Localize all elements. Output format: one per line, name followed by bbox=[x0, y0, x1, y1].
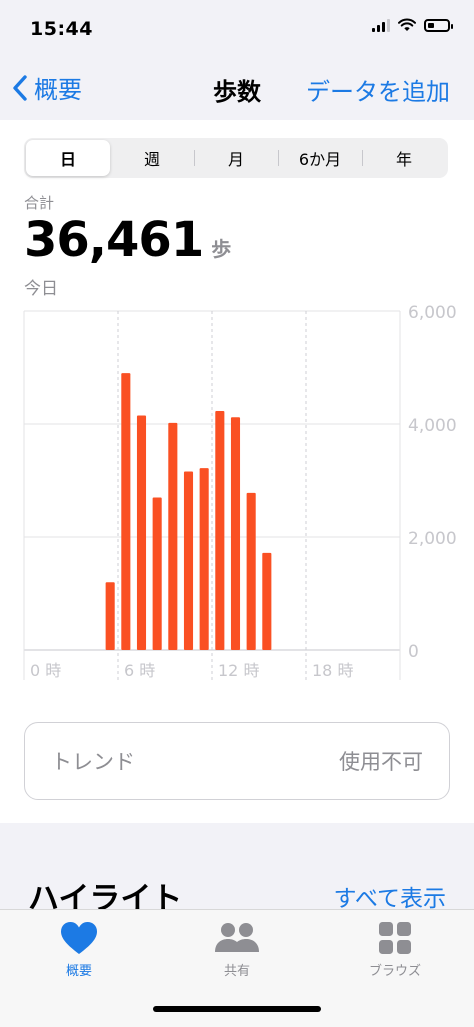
step-bar bbox=[183, 471, 194, 650]
steps-bar-chart[interactable]: 0 2,000 4,000 6,000 0 時 6 時 12 時 18 時 bbox=[0, 300, 474, 685]
status-bar: 15:44 bbox=[0, 0, 474, 58]
step-bar bbox=[105, 582, 115, 650]
total-label: 合計 bbox=[24, 194, 55, 212]
total-steps-value: 36,461 bbox=[24, 212, 204, 268]
people-icon bbox=[215, 923, 259, 952]
heart-icon bbox=[61, 922, 97, 954]
step-bar bbox=[246, 492, 256, 650]
trend-status: 使用不可 bbox=[339, 750, 423, 774]
add-data-button[interactable]: データを追加 bbox=[306, 72, 450, 107]
wifi-icon bbox=[398, 18, 416, 31]
trend-row[interactable]: トレンド 使用不可 bbox=[24, 722, 450, 800]
period-segmented-control: 日 週 月 6か月 年 bbox=[24, 138, 448, 178]
step-bar bbox=[168, 422, 178, 650]
segment-day[interactable]: 日 bbox=[26, 140, 110, 176]
tab-browse[interactable]: ブラウズ bbox=[335, 920, 455, 979]
segment-month[interactable]: 月 bbox=[194, 140, 278, 176]
tab-summary[interactable]: 概要 bbox=[19, 920, 139, 979]
x-tick-label: 18 時 bbox=[312, 661, 353, 680]
step-bar bbox=[121, 373, 131, 650]
step-bar bbox=[215, 411, 225, 650]
tab-browse-label: ブラウズ bbox=[368, 964, 421, 979]
segment-week[interactable]: 週 bbox=[110, 140, 194, 176]
chevron-left-icon bbox=[13, 74, 27, 101]
tab-sharing-label: 共有 bbox=[223, 964, 250, 979]
step-bar bbox=[230, 417, 241, 650]
navigation-bar: 概要 歩数 データを追加 bbox=[0, 58, 474, 120]
grid-icon bbox=[379, 922, 411, 954]
signal-icon bbox=[372, 18, 390, 32]
y-tick-label: 6,000 bbox=[408, 303, 457, 323]
status-icons bbox=[372, 18, 453, 32]
back-label: 概要 bbox=[34, 76, 82, 104]
step-bar bbox=[152, 497, 162, 650]
steps-detail-card: 日 週 月 6か月 年 合計 36,461 歩 今日 0 2,000 4,000 6,… bbox=[0, 120, 474, 823]
battery-icon bbox=[424, 18, 453, 32]
x-tick-label: 0 時 bbox=[30, 661, 61, 680]
y-tick-label: 2,000 bbox=[408, 529, 457, 549]
segment-six-months[interactable]: 6か月 bbox=[278, 140, 362, 176]
x-tick-label: 6 時 bbox=[124, 661, 155, 680]
status-time: 15:44 bbox=[30, 18, 93, 40]
step-bar bbox=[262, 552, 272, 650]
y-tick-label: 4,000 bbox=[408, 416, 457, 436]
back-button[interactable]: 概要 bbox=[12, 70, 82, 105]
see-all-link[interactable]: すべて表示 bbox=[334, 879, 446, 913]
tab-summary-label: 概要 bbox=[65, 964, 92, 979]
step-bar bbox=[136, 415, 147, 650]
date-label: 今日 bbox=[24, 279, 58, 299]
segment-year[interactable]: 年 bbox=[362, 140, 446, 176]
steps-unit: 歩 bbox=[211, 237, 232, 261]
trend-label: トレンド bbox=[51, 750, 135, 774]
x-tick-label: 12 時 bbox=[218, 661, 259, 680]
tab-sharing[interactable]: 共有 bbox=[177, 920, 297, 979]
step-bar bbox=[199, 468, 209, 650]
y-tick-label: 0 bbox=[408, 642, 419, 662]
highlights-section: ハイライト すべて表示 bbox=[0, 823, 474, 917]
total-row: 36,461 歩 bbox=[24, 212, 231, 268]
home-indicator bbox=[153, 1006, 321, 1012]
